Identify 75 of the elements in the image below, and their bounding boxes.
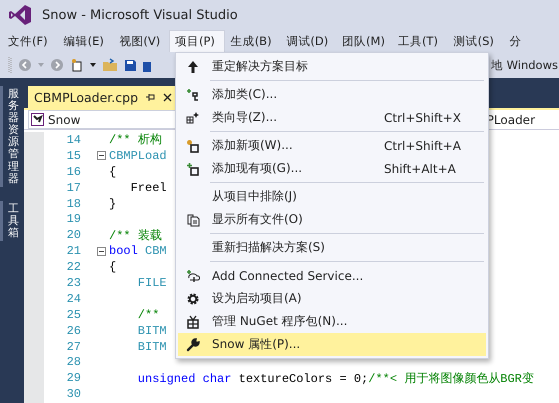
code-line: { [109,260,116,274]
menu-item[interactable]: 重新扫描解决方案(S) [178,236,486,259]
menu-item[interactable]: 生成(B) [224,30,280,52]
line-number: 21 [66,244,81,258]
code-line: /** 析构 [109,132,162,148]
menu-item[interactable]: 添加类(C)... [178,83,486,106]
settings-icon [186,292,200,306]
code-line: /** 装载 [109,228,162,244]
code-line: FILE [136,276,167,290]
new-item-icon [186,138,200,152]
menu-item[interactable]: 管理 NuGet 程序包(N)... [178,310,486,333]
menu-item[interactable]: 文件(F) [2,30,58,52]
line-number: 24 [66,292,81,306]
menu-item[interactable]: 团队(M) [336,30,392,52]
grip-icon [8,56,12,74]
add-class-icon [186,88,200,102]
line-number: 29 [66,371,81,386]
menu-item[interactable]: 显示所有文件(O) [178,208,486,231]
collapse-icon[interactable] [97,151,106,160]
line-number: 22 [66,260,81,274]
logo-icon [8,4,32,26]
line-number: 19 [66,212,81,226]
add-item-icon [186,162,200,176]
save-icon[interactable] [124,58,137,72]
menu-item[interactable]: 添加新项(W)... Ctrl+Shift+A [178,134,486,157]
line-number: 23 [66,276,81,290]
code-line: /** [136,308,160,322]
line-number: 16 [66,164,81,179]
code-line: BITM [136,324,167,338]
menu-item[interactable]: Add Connected Service... [178,264,486,287]
line-number: 18 [66,196,81,210]
package-icon [186,314,200,328]
line-number: 14 [66,132,81,147]
line-number: 26 [66,324,81,338]
line-number: 28 [66,355,81,370]
code-line: CBMPLoad [109,148,167,163]
target-dropdown[interactable]: 地 Windows [491,58,558,72]
menu-item[interactable]: 添加现有项(G)... Shift+Alt+A [178,157,486,180]
window-title: Snow - Microsoft Visual Studio [42,8,238,22]
close-icon[interactable] [163,92,172,102]
menu-item[interactable]: 测试(S) [448,30,504,52]
pin-icon[interactable] [146,92,156,102]
wrench-icon [186,338,200,352]
menu-item[interactable]: 调试(D) [280,30,336,52]
caret-icon[interactable] [90,63,96,67]
menu-item[interactable]: 类向导(Z)... Ctrl+Shift+X [178,106,486,129]
arrow-up-icon [186,60,200,74]
project-icon [31,113,44,126]
new-project-icon[interactable] [70,58,84,72]
collapse-icon[interactable] [97,246,106,256]
code-line: bool CBM [109,244,167,258]
line-number: 25 [66,308,81,322]
folder-icon[interactable] [102,58,118,72]
code-line: { [109,164,116,179]
menu-item[interactable]: 设为启动项目(A) [178,287,486,310]
line-number: 15 [66,148,81,163]
menu-item[interactable]: Snow 属性(P)... [178,333,486,356]
menu-item[interactable]: 从项目中排除(J) [178,185,486,208]
menu-item[interactable]: 分 [503,30,559,52]
menu-item[interactable]: 重定解决方案目标 [178,55,486,78]
line-number: 27 [66,340,81,354]
menu-item[interactable]: 工具(T) [392,30,448,52]
code-line: Freel [130,180,167,195]
line-number: 30 [66,387,81,402]
wizard-icon [186,110,200,124]
code-line: } [109,196,116,210]
menu-item[interactable]: 视图(V) [113,30,170,52]
code-line: BITM [136,340,167,354]
service-icon [186,268,200,282]
menu-item[interactable]: 编辑(E) [58,30,114,52]
menu-item[interactable]: 项目(P) [169,30,225,52]
line-number: 17 [66,180,81,195]
code-line: unsigned char textureColors = 0;/**< 用于将图像颜色从BGR变 [136,370,534,387]
line-number: 20 [66,228,81,242]
files-icon [186,212,200,226]
